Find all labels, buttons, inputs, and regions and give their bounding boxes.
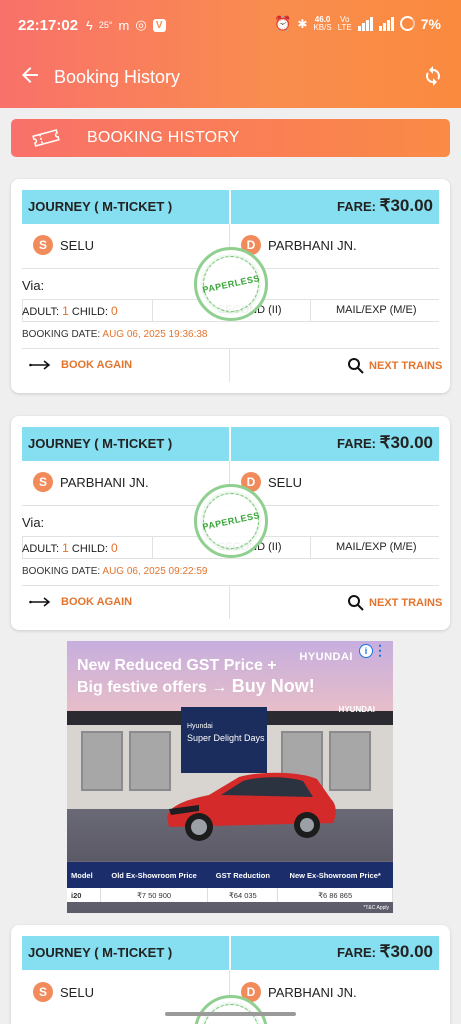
train-type: MAIL/EXP (M/E) <box>336 541 417 553</box>
network-type: Vo LTE <box>337 14 352 32</box>
section-title: BOOKING HISTORY <box>87 129 240 146</box>
status-right-icons: ⏰ ✱ 46.0 KB/S Vo LTE 7% <box>274 15 441 32</box>
flash-icon: ϟ <box>86 17 93 33</box>
from-station-name: SELU <box>60 237 94 253</box>
battery-icon <box>399 16 415 31</box>
advertisement-banner[interactable]: New Reduced GST Price + Big festive offe… <box>67 641 393 913</box>
booking-card[interactable]: JOURNEY ( M-TICKET ) FARE: ₹30.00 S PARB… <box>11 416 450 630</box>
alarm-icon: ⏰ <box>273 15 292 31</box>
passenger-count: ADULT: 1 CHILD: 0 <box>22 304 118 318</box>
from-station-name: SELU <box>60 984 94 1000</box>
paperless-stamp: PAPERLESS <box>194 247 268 321</box>
to-station-name: SELU <box>268 474 302 490</box>
booking-card[interactable]: JOURNEY ( M-TICKET ) FARE: ₹30.00 S SELU… <box>11 179 450 393</box>
arrow-right-icon <box>29 597 51 607</box>
booking-card[interactable]: JOURNEY ( M-TICKET ) FARE: ₹30.00 S SELU… <box>11 925 450 1024</box>
book-again-button[interactable]: BOOK AGAIN <box>29 596 132 608</box>
page-title: Booking History <box>54 67 181 87</box>
paperless-stamp: PAPERLESS <box>194 484 268 558</box>
ad-menu-icon[interactable]: ⋮ <box>373 642 387 659</box>
next-trains-button[interactable]: NEXT TRAINS <box>347 357 442 375</box>
card-header: JOURNEY ( M-TICKET ) FARE: ₹30.00 <box>22 427 439 461</box>
fare: FARE: ₹30.00 <box>337 196 433 215</box>
ad-brand-logo: HYUNDAI <box>299 651 353 663</box>
to-station-name: PARBHANI JN. <box>268 984 357 1000</box>
next-trains-button[interactable]: NEXT TRAINS <box>347 594 442 612</box>
arrow-right-icon <box>29 360 51 370</box>
card-header: JOURNEY ( M-TICKET ) FARE: ₹30.00 <box>22 936 439 970</box>
status-left-icons: ϟ 25° m ◎ V <box>86 17 166 33</box>
gesture-bar[interactable] <box>165 1012 296 1016</box>
temperature: 25° <box>98 20 113 30</box>
m-app-icon: m <box>118 17 130 33</box>
via-label: Via: <box>22 515 45 530</box>
ad-headline: New Reduced GST Price + Big festive offe… <box>77 657 315 696</box>
back-arrow-icon[interactable] <box>18 63 42 87</box>
from-station-name: PARBHANI JN. <box>60 474 149 490</box>
to-station: D PARBHANI JN. <box>241 235 357 255</box>
from-station: S SELU <box>33 982 94 1002</box>
journey-type: JOURNEY ( M-TICKET ) <box>28 199 173 214</box>
ad-info-icon[interactable]: i <box>359 644 373 658</box>
source-badge: S <box>33 472 53 492</box>
passenger-count: ADULT: 1 CHILD: 0 <box>22 541 118 555</box>
train-type: MAIL/EXP (M/E) <box>336 304 417 316</box>
journey-type: JOURNEY ( M-TICKET ) <box>28 945 173 960</box>
v-app-icon: V <box>152 18 166 32</box>
car-image <box>167 772 336 841</box>
from-station: S PARBHANI JN. <box>33 472 149 492</box>
booking-date: BOOKING DATE: AUG 06, 2025 19:36:38 <box>22 329 208 340</box>
search-icon <box>348 358 364 374</box>
app-bar: Booking History <box>0 50 461 106</box>
showroom-brand: HYUNDAI <box>338 705 375 714</box>
promo-sign: Hyundai Super Delight Days <box>181 707 267 773</box>
status-bar: 22:17:02 ϟ 25° m ◎ V ⏰ ✱ 46.0 KB/S Vo LT… <box>0 0 461 50</box>
whatsapp-icon: ◎ <box>135 17 147 32</box>
to-station-name: PARBHANI JN. <box>268 237 357 253</box>
to-station: D PARBHANI JN. <box>241 982 357 1002</box>
battery-percent: 7% <box>420 15 441 32</box>
ticket-icon <box>32 129 60 147</box>
bluetooth-icon: ✱ <box>297 16 308 31</box>
booking-history-banner: BOOKING HISTORY <box>11 119 450 157</box>
fare: FARE: ₹30.00 <box>337 433 433 452</box>
card-header: JOURNEY ( M-TICKET ) FARE: ₹30.00 <box>22 190 439 224</box>
signal-2-icon <box>378 16 394 31</box>
from-station: S SELU <box>33 235 94 255</box>
price-table: Model Old Ex-Showroom Price GST Reductio… <box>67 862 393 902</box>
source-badge: S <box>33 235 53 255</box>
signal-icon <box>357 16 373 31</box>
source-badge: S <box>33 982 53 1002</box>
search-icon <box>348 595 364 611</box>
ad-terms: *T&C Apply <box>363 905 389 911</box>
booking-date: BOOKING DATE: AUG 06, 2025 09:22:59 <box>22 566 208 577</box>
via-label: Via: <box>22 278 45 293</box>
network-speed: 46.0 KB/S <box>313 14 332 32</box>
journey-type: JOURNEY ( M-TICKET ) <box>28 436 173 451</box>
refresh-icon[interactable] <box>421 63 445 87</box>
book-again-button[interactable]: BOOK AGAIN <box>29 359 132 371</box>
fare: FARE: ₹30.00 <box>337 942 433 961</box>
status-time: 22:17:02 <box>18 17 79 34</box>
